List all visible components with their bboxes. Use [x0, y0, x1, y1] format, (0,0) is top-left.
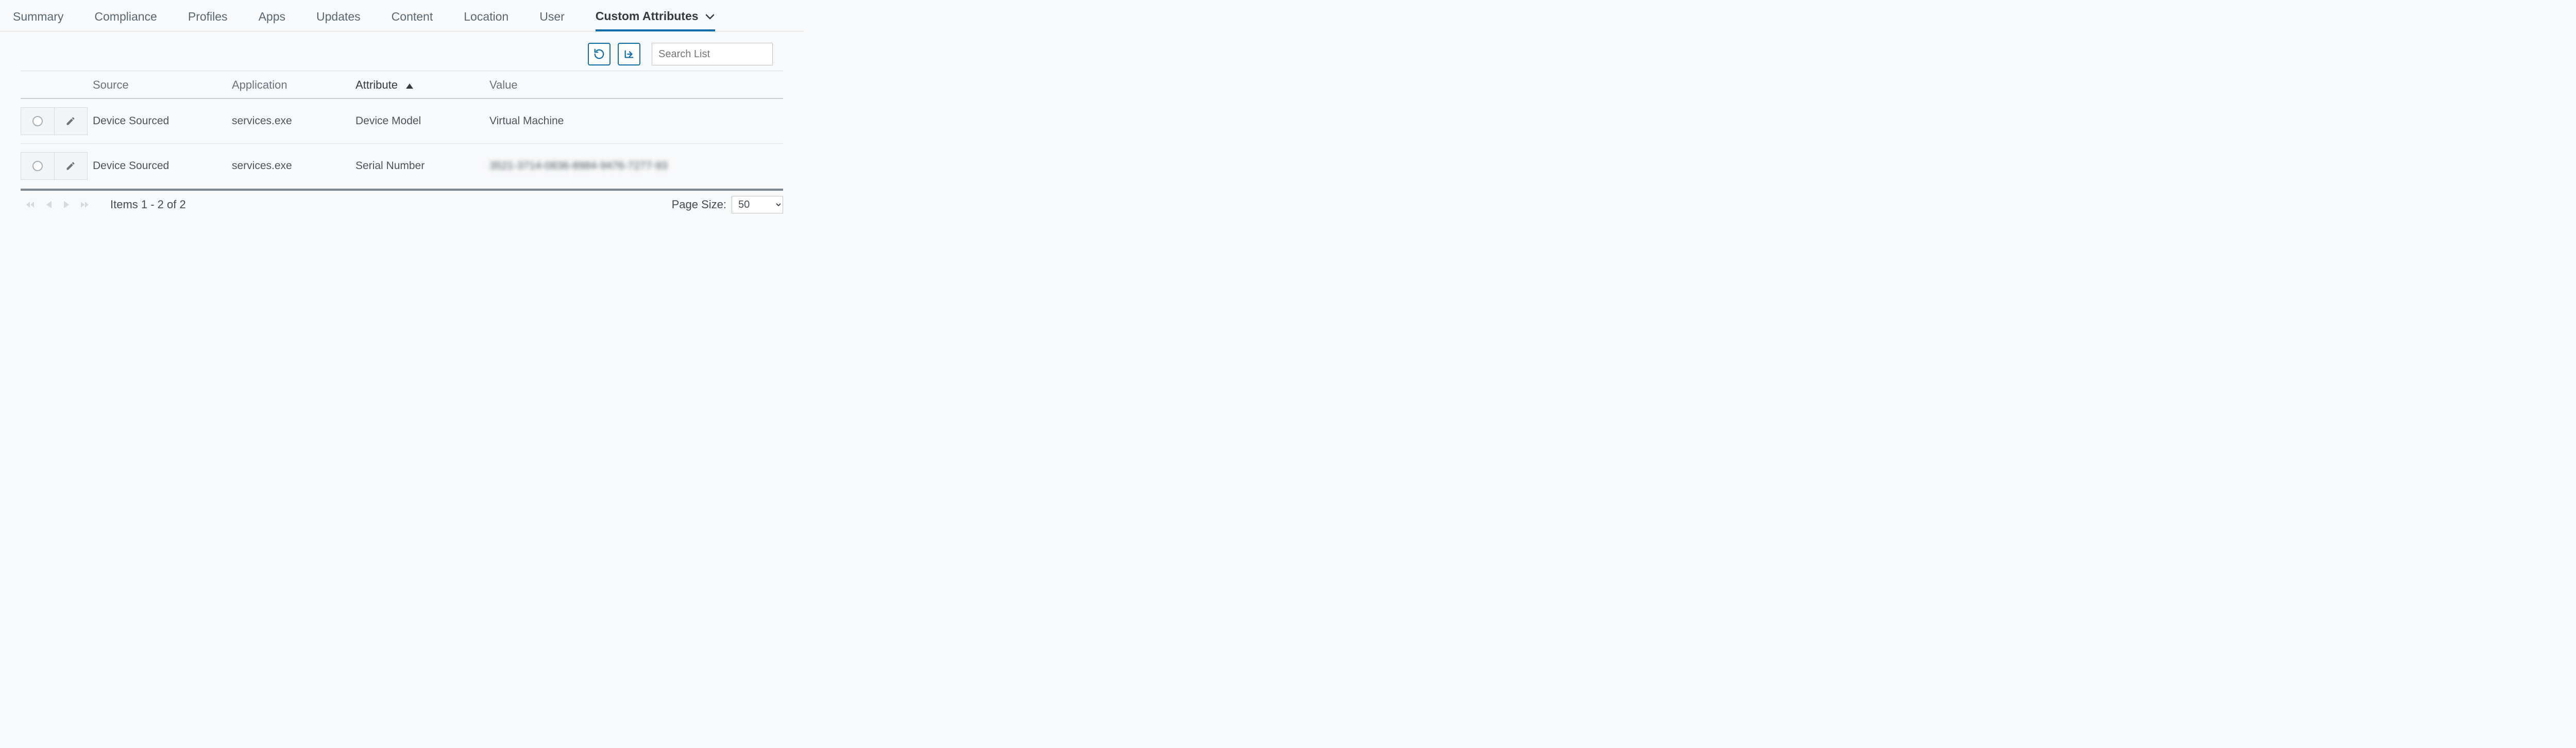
row-actions: [21, 107, 88, 135]
pager-first-button[interactable]: [26, 200, 35, 209]
cell-attribute: Device Model: [355, 107, 489, 136]
row-edit-button[interactable]: [54, 108, 88, 135]
items-range-text: Items 1 - 2 of 2: [110, 198, 186, 211]
attributes-table: Source Application Attribute Value Devic…: [21, 71, 783, 189]
tab-label: Content: [392, 10, 433, 23]
tab-apps[interactable]: Apps: [259, 1, 285, 31]
cell-source: Device Sourced: [93, 152, 232, 180]
tab-label: Updates: [316, 10, 361, 23]
pager-next-button[interactable]: [63, 200, 70, 209]
tab-updates[interactable]: Updates: [316, 1, 361, 31]
export-button[interactable]: [618, 43, 640, 65]
row-actions: [21, 152, 88, 180]
tab-label: Profiles: [188, 10, 228, 23]
col-header-value[interactable]: Value: [489, 78, 783, 92]
col-header-attribute[interactable]: Attribute: [355, 78, 489, 92]
tab-bar: Summary Compliance Profiles Apps Updates Cont…: [0, 0, 804, 31]
refresh-icon: [594, 48, 605, 60]
page-size-label: Page Size:: [672, 198, 726, 211]
row-select-radio[interactable]: [21, 108, 54, 135]
table-body: Device Sourcedservices.exeDevice ModelVi…: [21, 99, 783, 189]
row-actions-cell: [21, 144, 93, 188]
pager-arrows: [21, 200, 95, 209]
toolbar: [0, 31, 804, 71]
tab-user[interactable]: User: [539, 1, 565, 31]
tab-compliance[interactable]: Compliance: [94, 1, 157, 31]
cell-value: 3521-3714-0836-8984-9476-7277-93: [489, 152, 783, 180]
refresh-button[interactable]: [588, 43, 611, 65]
cell-application: services.exe: [232, 152, 355, 180]
row-edit-button[interactable]: [54, 153, 88, 179]
cell-attribute: Serial Number: [355, 152, 489, 180]
col-header-attribute-label: Attribute: [355, 78, 398, 91]
tab-label: Apps: [259, 10, 285, 23]
sort-asc-icon: [406, 78, 413, 92]
row-select-radio[interactable]: [21, 153, 54, 179]
radio-icon: [32, 116, 43, 126]
table-footer: Items 1 - 2 of 2 Page Size: 50: [0, 191, 804, 213]
cell-source: Device Sourced: [93, 107, 232, 136]
tab-label: Summary: [13, 10, 63, 23]
tab-label: Compliance: [94, 10, 157, 23]
table-row: Device Sourcedservices.exeDevice ModelVi…: [21, 99, 783, 144]
cell-value: Virtual Machine: [489, 107, 783, 136]
first-page-icon: [26, 200, 35, 209]
table-row: Device Sourcedservices.exeSerial Number3…: [21, 144, 783, 189]
tab-location[interactable]: Location: [464, 1, 509, 31]
chevron-down-icon: [705, 13, 715, 20]
pencil-icon: [65, 116, 76, 126]
prev-page-icon: [45, 200, 53, 209]
col-header-source[interactable]: Source: [93, 78, 232, 92]
page-size-select[interactable]: 50: [732, 196, 783, 213]
tab-label: User: [539, 10, 565, 23]
tab-content[interactable]: Content: [392, 1, 433, 31]
search-input[interactable]: [652, 43, 773, 65]
pager-prev-button[interactable]: [45, 200, 53, 209]
table-header: Source Application Attribute Value: [21, 71, 783, 99]
col-header-application[interactable]: Application: [232, 78, 355, 92]
tab-custom-attributes[interactable]: Custom Attributes: [596, 0, 715, 31]
last-page-icon: [80, 200, 90, 209]
cell-application: services.exe: [232, 107, 355, 136]
pencil-icon: [65, 161, 76, 171]
tab-label: Location: [464, 10, 509, 23]
tab-summary[interactable]: Summary: [13, 1, 63, 31]
radio-icon: [32, 161, 43, 171]
export-icon: [623, 48, 635, 60]
tab-label: Custom Attributes: [596, 9, 699, 23]
next-page-icon: [63, 200, 70, 209]
pager-last-button[interactable]: [80, 200, 90, 209]
tab-profiles[interactable]: Profiles: [188, 1, 228, 31]
row-actions-cell: [21, 99, 93, 143]
